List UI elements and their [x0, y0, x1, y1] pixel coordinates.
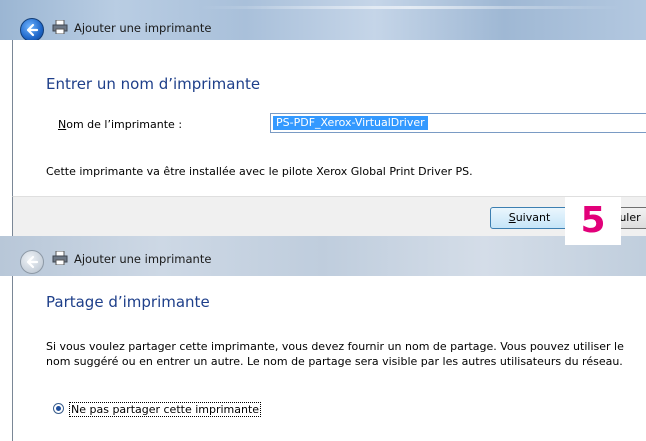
next-button[interactable]: Suivant	[490, 207, 569, 229]
back-button[interactable]	[20, 250, 44, 274]
next-button-label: uivant	[515, 211, 551, 224]
printer-name-label-rest: om de l’imprimante :	[66, 118, 183, 131]
page-heading: Partage d’imprimante	[46, 293, 210, 311]
wizard-content: Entrer un nom d’imprimante Nom de l’impr…	[12, 40, 646, 196]
printer-name-input[interactable]: PS-PDF_Xerox-VirtualDriver	[270, 113, 646, 133]
printer-icon	[52, 20, 68, 34]
add-printer-window-name-step: Ajouter une imprimante Entrer un nom d’i…	[0, 0, 646, 236]
printer-name-label: Nom de l’imprimante :	[58, 118, 182, 131]
printer-icon	[52, 251, 68, 265]
radio-selected-icon[interactable]	[53, 403, 64, 414]
driver-info-text: Cette imprimante va être installée avec …	[46, 165, 473, 178]
back-arrow-icon	[26, 23, 39, 37]
back-button[interactable]	[20, 18, 44, 42]
back-arrow-icon	[26, 255, 39, 269]
page-heading: Entrer un nom d’imprimante	[46, 75, 261, 93]
add-printer-window-share-step: Ajouter une imprimante Partage d’imprima…	[0, 236, 646, 441]
title-bar: Ajouter une imprimante	[0, 236, 646, 276]
wizard-content: Partage d’imprimante Si vous voulez part…	[12, 276, 646, 441]
printer-name-value: PS-PDF_Xerox-VirtualDriver	[273, 116, 428, 130]
next-button-accel: S	[508, 211, 516, 224]
title-bar: Ajouter une imprimante	[0, 0, 646, 42]
printer-name-label-accel: N	[58, 118, 67, 131]
step-number-badge: 5	[565, 197, 621, 245]
no-share-label: Ne pas partager cette imprimante	[69, 402, 262, 417]
title-bar-glare	[200, 6, 620, 9]
window-title: Ajouter une imprimante	[74, 21, 212, 35]
wizard-footer: Suivant nuler	[12, 196, 646, 236]
share-description: Si vous voulez partager cette imprimante…	[46, 340, 624, 368]
window-title: Ajouter une imprimante	[74, 252, 212, 266]
no-share-option[interactable]: Ne pas partager cette imprimante	[53, 402, 262, 417]
